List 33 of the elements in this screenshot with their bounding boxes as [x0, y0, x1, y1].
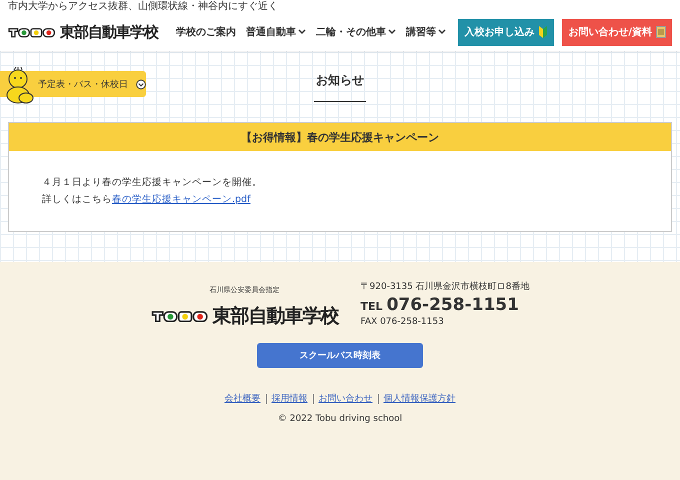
logo-text[interactable]: 東部自動車学校: [60, 22, 158, 42]
footer-link[interactable]: 会社概要: [224, 392, 260, 405]
chevron-circle-icon: [136, 78, 146, 90]
notice-text: ４月１日より春の学生応援キャンペーンを開催。: [42, 176, 263, 190]
chevron-down-icon: [388, 29, 396, 35]
document-icon: [656, 26, 666, 38]
footer-link[interactable]: 採用情報: [272, 392, 308, 405]
notice-title: 【お得情報】春の学生応援キャンペーン: [9, 123, 671, 151]
pdf-link[interactable]: 春の学生応援キャンペーン.pdf: [112, 194, 250, 205]
notice-text: 詳しくはこちら: [42, 194, 112, 205]
logo-drawing: [8, 26, 56, 38]
copyright-text: © 2022 Tobu driving school: [278, 414, 402, 424]
footer-link[interactable]: お問い合わせ: [318, 392, 372, 405]
apply-button[interactable]: 入校お申し込み: [458, 18, 554, 46]
logo-text: 東部自動車学校: [212, 304, 339, 329]
logo-drawing: [150, 310, 209, 322]
footer-link[interactable]: 個人情報保護方針: [384, 392, 456, 405]
nav-link[interactable]: 講習等: [406, 25, 446, 39]
tel-label: TEL: [360, 300, 383, 313]
nav-link[interactable]: 学校のご案内: [176, 25, 236, 39]
phone-number: 076-258-1151: [386, 295, 519, 315]
mascot-drawing: [4, 67, 36, 105]
fax-text: FAX 076-258-1153: [360, 317, 445, 327]
page-title: お知らせ: [314, 72, 366, 102]
header-tagline: 市内大学からアクセス抜群、山側環状線・神谷内にすぐ近く: [8, 1, 279, 13]
address-text: 〒920-3135 石川県金沢市横枝町ロ8番地: [360, 280, 530, 293]
chevron-down-icon: [438, 29, 446, 35]
nav-link[interactable]: 普通自動車: [246, 25, 306, 39]
leaf-mark-icon: [538, 26, 548, 38]
contact-button[interactable]: お問い合わせ/資料: [562, 18, 672, 46]
bus-timetable-button[interactable]: スクールバス時刻表: [257, 343, 423, 368]
chevron-down-icon: [298, 29, 306, 35]
nav-link[interactable]: 二輪・その他車: [316, 25, 396, 39]
